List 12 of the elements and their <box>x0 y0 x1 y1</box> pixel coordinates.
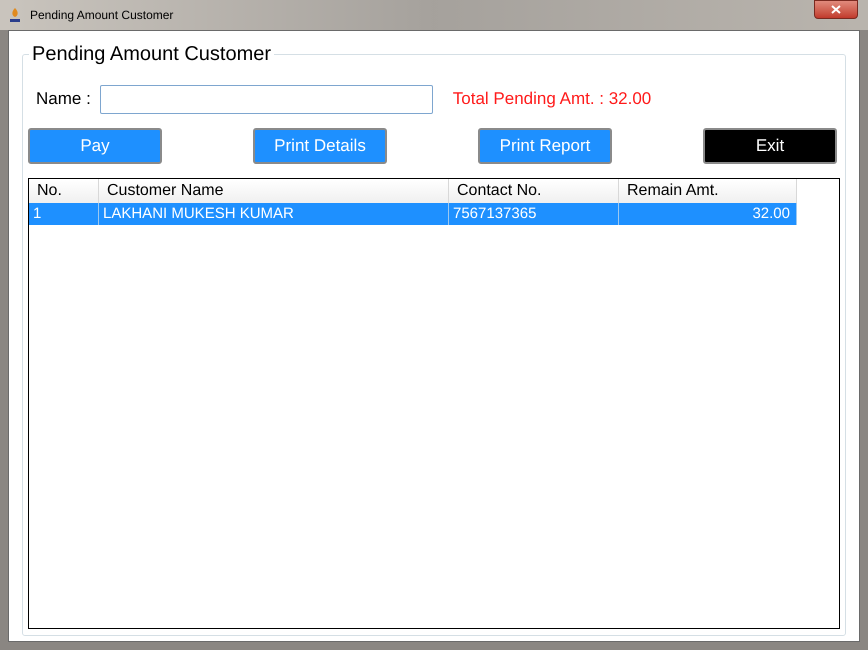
table-cell: 7567137365 <box>449 203 619 225</box>
table-cell: LAKHANI MUKESH KUMAR <box>99 203 449 225</box>
close-button[interactable] <box>814 0 858 19</box>
table-cell: 32.00 <box>619 203 797 225</box>
app-logo-icon <box>8 7 22 23</box>
table-cell: 1 <box>29 203 99 225</box>
action-button[interactable]: Exit <box>703 128 837 164</box>
total-pending-amount: Total Pending Amt. : 32.00 <box>452 88 652 110</box>
name-field[interactable] <box>100 84 433 114</box>
window-title: Pending Amount Customer <box>30 7 174 24</box>
close-icon <box>831 5 841 14</box>
name-label: Name : <box>36 88 91 110</box>
